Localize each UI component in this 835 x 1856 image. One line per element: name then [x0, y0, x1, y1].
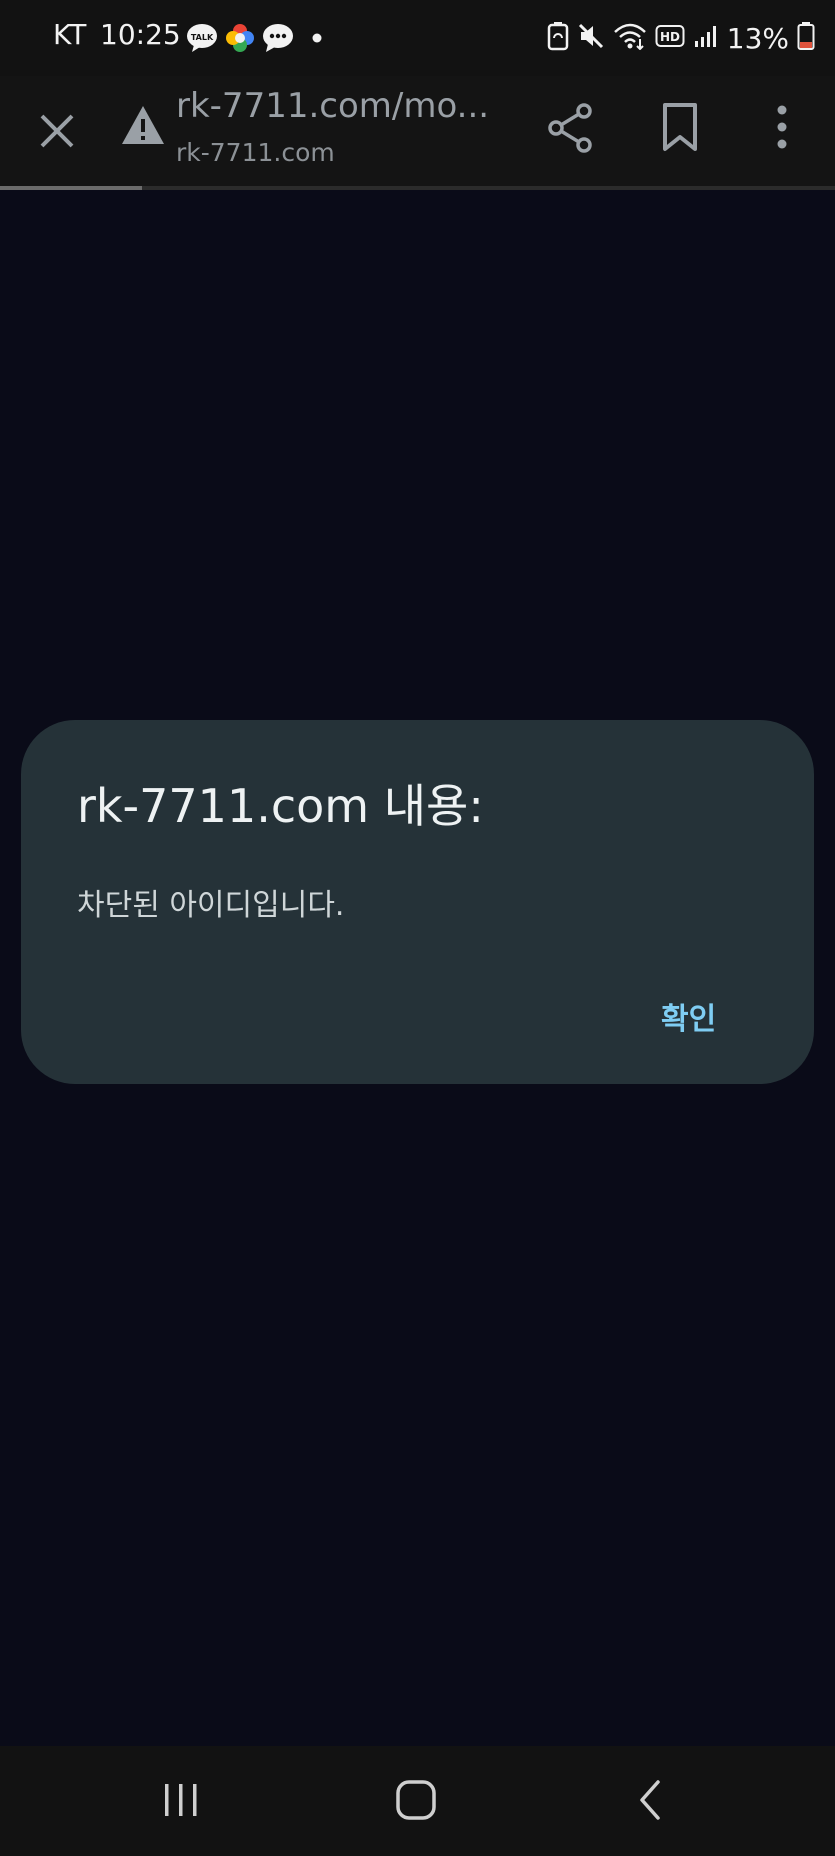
- wifi-icon: [613, 22, 647, 54]
- warning-icon[interactable]: [120, 102, 166, 152]
- status-bar: KT 10:25 TALK HD 13%: [0, 0, 835, 76]
- ok-button[interactable]: 확인: [661, 994, 716, 1038]
- dot-icon: [312, 33, 322, 43]
- more-vert-icon[interactable]: [770, 102, 794, 156]
- carrier-label: KT: [53, 18, 87, 51]
- mute-icon: [577, 22, 605, 54]
- battery-percent: 13%: [726, 21, 789, 55]
- dialog-title: rk-7711.com 내용:: [77, 779, 484, 833]
- notification-icons: TALK: [186, 22, 322, 54]
- url-title[interactable]: rk-7711.com/mo...: [176, 86, 489, 126]
- page-load-progress-fill: [0, 186, 142, 190]
- home-icon[interactable]: [394, 1778, 438, 1826]
- svg-text:TALK: TALK: [191, 33, 214, 42]
- share-icon[interactable]: [546, 102, 594, 158]
- hd-icon: HD: [655, 23, 685, 53]
- photos-icon: [224, 22, 256, 54]
- navigation-bar: [0, 1746, 835, 1856]
- recents-icon[interactable]: [160, 1780, 202, 1824]
- dialog-message: 차단된 아이디입니다.: [77, 888, 345, 923]
- messages-icon: [262, 23, 294, 53]
- svg-text:HD: HD: [660, 30, 680, 44]
- battery-saver-icon: [547, 21, 569, 55]
- close-icon[interactable]: [32, 106, 82, 160]
- back-icon[interactable]: [632, 1778, 668, 1826]
- page-load-progress: [0, 186, 835, 190]
- battery-icon: [797, 21, 815, 55]
- bookmark-icon[interactable]: [660, 102, 700, 156]
- screen: KT 10:25 TALK HD 13% rk-7711.com/mo... r…: [0, 0, 835, 1856]
- alert-dialog: rk-7711.com 내용: 차단된 아이디입니다. 확인: [21, 720, 814, 1084]
- browser-toolbar: rk-7711.com/mo... rk-7711.com: [0, 76, 835, 186]
- kakaotalk-icon: TALK: [186, 23, 218, 53]
- system-icons: HD 13%: [547, 20, 815, 56]
- signal-icon: [693, 23, 719, 53]
- url-host[interactable]: rk-7711.com: [176, 138, 335, 167]
- clock: 10:25: [100, 18, 181, 51]
